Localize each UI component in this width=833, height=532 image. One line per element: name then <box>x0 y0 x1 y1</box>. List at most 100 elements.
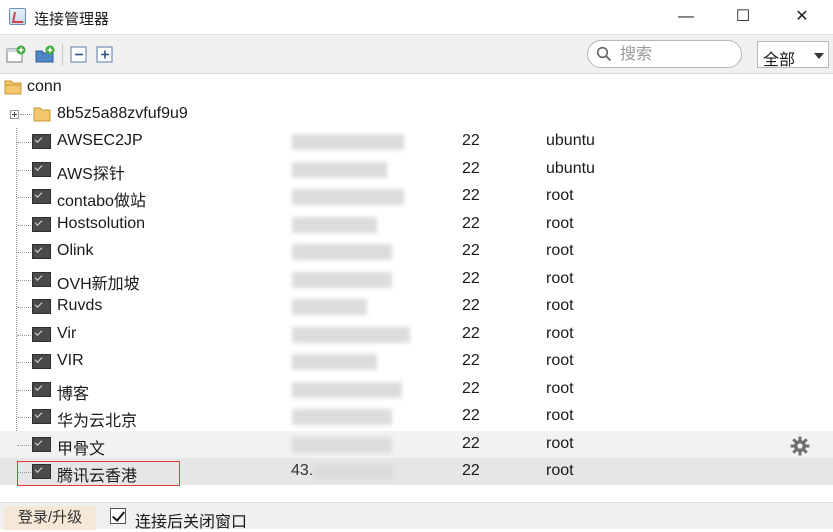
session-row[interactable]: AWS探针 22 ubuntu <box>0 156 833 183</box>
selection-highlight-box <box>17 461 180 486</box>
session-row[interactable]: 博客 22 root <box>0 376 833 403</box>
terminal-icon <box>32 437 51 452</box>
session-port: 22 <box>462 297 480 314</box>
session-name: VIR <box>57 352 84 369</box>
close-after-connect-label: 连接后关闭窗口 <box>135 514 248 531</box>
maximize-button[interactable]: ☐ <box>728 6 758 28</box>
session-row[interactable]: contabo做站 22 root <box>0 183 833 210</box>
session-port: 22 <box>462 270 480 287</box>
gear-icon[interactable] <box>790 436 810 456</box>
window-title: 连接管理器 <box>34 11 110 28</box>
redacted-host <box>292 437 392 453</box>
session-port: 22 <box>462 407 480 424</box>
session-row[interactable]: 甲骨文 22 root <box>0 431 833 458</box>
session-port: 22 <box>462 132 480 149</box>
title-bar: 连接管理器 — ☐ ✕ <box>0 0 833 34</box>
session-user: root <box>546 407 574 424</box>
session-user: root <box>546 242 574 259</box>
session-row[interactable]: Hostsolution 22 root <box>0 211 833 238</box>
tree-connector <box>17 142 31 143</box>
tree-root-label: conn <box>27 78 62 95</box>
session-port: 22 <box>462 380 480 397</box>
redacted-host <box>292 382 402 398</box>
session-row[interactable]: VIR 22 root <box>0 348 833 375</box>
session-user: root <box>546 187 574 204</box>
search-box[interactable] <box>587 40 742 68</box>
session-user: root <box>546 270 574 287</box>
new-session-icon[interactable] <box>6 45 26 65</box>
session-port: 22 <box>462 435 480 452</box>
redacted-host <box>292 189 404 205</box>
session-user: root <box>546 352 574 369</box>
session-name: Hostsolution <box>57 215 146 232</box>
toolbar-separator <box>62 44 63 66</box>
tree-root-row[interactable]: conn <box>0 74 833 101</box>
session-user: root <box>546 297 574 314</box>
tree-connector <box>20 114 32 115</box>
session-row[interactable]: Vir 22 root <box>0 321 833 348</box>
terminal-icon <box>32 162 51 177</box>
expand-toggle-icon[interactable] <box>10 110 19 119</box>
session-name: Vir <box>57 325 77 342</box>
tree-connector <box>17 307 31 308</box>
session-user: root <box>546 462 574 479</box>
expand-all-icon[interactable] <box>95 45 115 65</box>
redacted-host <box>313 464 393 480</box>
tree-connector <box>17 417 31 418</box>
close-button[interactable]: ✕ <box>787 6 817 28</box>
session-port: 22 <box>462 187 480 204</box>
tree-connector <box>17 280 31 281</box>
login-upgrade-button[interactable]: 登录/升级 <box>4 506 96 530</box>
minimize-button[interactable]: — <box>671 6 701 28</box>
chevron-down-icon <box>814 53 824 59</box>
tree-connector <box>17 335 31 336</box>
terminal-icon <box>32 189 51 204</box>
tree-connector <box>17 170 31 171</box>
session-port: 22 <box>462 325 480 342</box>
session-row[interactable]: Olink 22 root <box>0 238 833 265</box>
redacted-host <box>292 354 377 370</box>
session-name: AWSEC2JP <box>57 132 143 149</box>
session-port: 22 <box>462 242 480 259</box>
status-bar: 登录/升级 连接后关闭窗口 <box>0 502 833 531</box>
session-host-prefix: 43. <box>291 462 314 479</box>
redacted-host <box>292 409 392 425</box>
search-icon <box>596 46 612 62</box>
session-port: 22 <box>462 462 480 479</box>
session-user: root <box>546 325 574 342</box>
session-row[interactable]: 华为云北京 22 root <box>0 403 833 430</box>
session-name: contabo做站 <box>57 193 146 210</box>
tree-group-label: 8b5z5a88zvfuf9u9 <box>57 105 188 122</box>
terminal-icon <box>32 409 51 424</box>
filter-selected-value: 全部 <box>763 52 796 69</box>
session-port: 22 <box>462 215 480 232</box>
session-name: AWS探针 <box>57 166 125 183</box>
session-name: Ruvds <box>57 297 103 314</box>
filter-select[interactable]: 全部 <box>757 41 829 69</box>
collapse-all-icon[interactable] <box>69 45 89 65</box>
tree-group-row[interactable]: 8b5z5a88zvfuf9u9 <box>0 101 833 128</box>
session-row[interactable]: AWSEC2JP 22 ubuntu <box>0 128 833 155</box>
tree-connector <box>17 390 31 391</box>
session-row[interactable]: Ruvds 22 root <box>0 293 833 320</box>
session-port: 22 <box>462 352 480 369</box>
tree-connector <box>17 445 31 446</box>
tree-connector <box>17 252 31 253</box>
session-name: Olink <box>57 242 94 259</box>
terminal-icon <box>32 244 51 259</box>
search-input[interactable] <box>618 44 737 66</box>
folder-icon <box>33 107 51 122</box>
session-user: ubuntu <box>546 160 595 177</box>
redacted-host <box>292 162 387 178</box>
tree-connector <box>17 225 31 226</box>
new-folder-icon[interactable] <box>35 45 55 65</box>
session-row[interactable]: OVH新加坡 22 root <box>0 266 833 293</box>
redacted-host <box>292 134 404 150</box>
close-after-connect-checkbox[interactable] <box>110 508 126 524</box>
session-user: ubuntu <box>546 132 595 149</box>
connection-tree[interactable]: conn 8b5z5a88zvfuf9u9 AWSEC2JP 22 ubuntu… <box>0 74 833 502</box>
folder-open-icon <box>4 80 22 95</box>
session-port: 22 <box>462 160 480 177</box>
terminal-icon <box>32 382 51 397</box>
session-name: 博客 <box>57 386 90 403</box>
